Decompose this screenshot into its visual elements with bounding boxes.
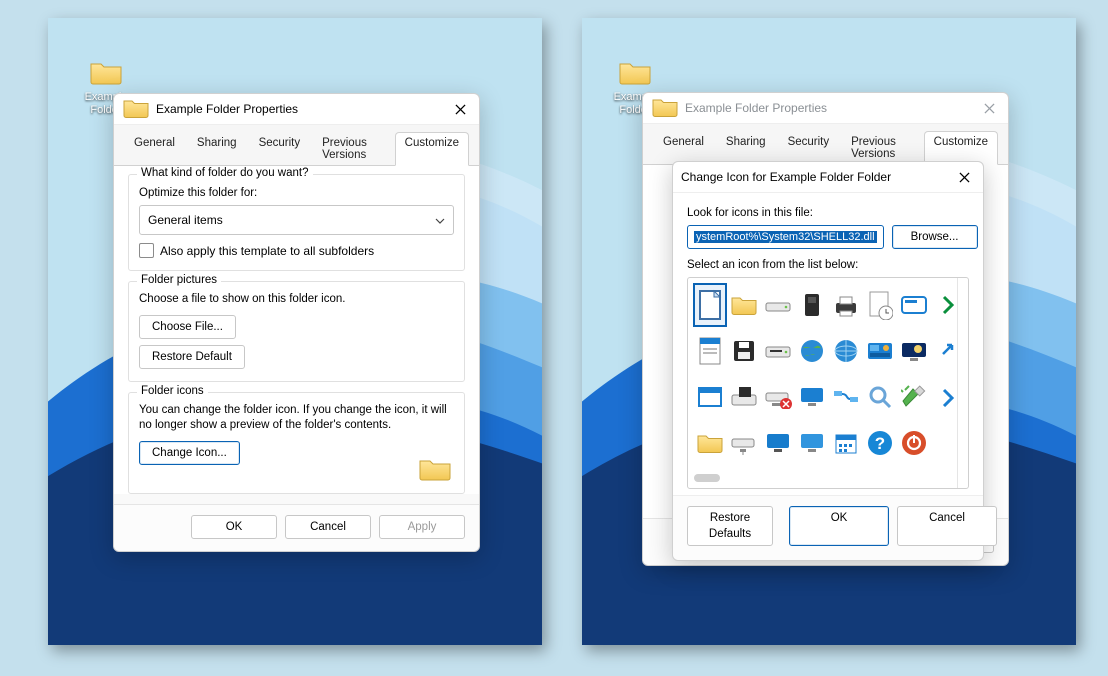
window-title: Example Folder Properties xyxy=(685,101,827,115)
icon-shortcut-arrow[interactable] xyxy=(932,376,964,418)
optimize-dropdown[interactable]: General items xyxy=(139,205,454,235)
group-title: Folder icons xyxy=(137,385,208,397)
icon-display[interactable] xyxy=(796,376,828,418)
icon-chip[interactable] xyxy=(796,284,828,326)
desktop-right: ExampleFolder Example Folder Properties … xyxy=(582,18,1076,645)
titlebar[interactable]: Example Folder Properties xyxy=(114,94,479,125)
tabs: General Sharing Security Previous Versio… xyxy=(114,125,479,166)
tab-previous-versions[interactable]: Previous Versions xyxy=(841,131,922,165)
icon-run[interactable] xyxy=(898,284,930,326)
chevron-down-icon xyxy=(435,213,445,227)
restore-defaults-button[interactable]: Restore Defaults xyxy=(687,506,773,546)
icon-folder[interactable] xyxy=(728,284,760,326)
icon-path-value: ystemRoot%\System32\SHELL32.dll xyxy=(694,231,877,243)
icon-drive-slot[interactable] xyxy=(762,330,794,372)
icon-globe[interactable] xyxy=(830,330,862,372)
icon-empty xyxy=(932,422,964,464)
cancel-button[interactable]: Cancel xyxy=(897,506,997,546)
icon-power[interactable] xyxy=(898,422,930,464)
folder-icon-preview xyxy=(418,456,452,485)
tab-security[interactable]: Security xyxy=(249,132,311,166)
properties-window: Example Folder Properties General Sharin… xyxy=(113,93,480,552)
tab-customize[interactable]: Customize xyxy=(395,132,469,166)
tab-customize[interactable]: Customize xyxy=(924,131,998,165)
folder-pictures-desc: Choose a file to show on this folder ico… xyxy=(139,292,454,307)
titlebar[interactable]: Example Folder Properties xyxy=(643,93,1008,124)
folder-icon xyxy=(122,97,150,122)
folder-icon xyxy=(651,96,679,121)
icon-floppy[interactable] xyxy=(728,330,760,372)
apply-button[interactable]: Apply xyxy=(379,515,465,539)
icon-this-pc[interactable] xyxy=(796,422,828,464)
close-button[interactable] xyxy=(449,98,471,120)
icon-folder-alt[interactable] xyxy=(694,422,726,464)
icon-help[interactable]: ? xyxy=(864,422,896,464)
choose-file-button[interactable]: Choose File... xyxy=(139,315,236,339)
dropdown-value: General items xyxy=(148,213,223,227)
ok-button[interactable]: OK xyxy=(789,506,889,546)
look-for-icons-label: Look for icons in this file: xyxy=(687,207,969,219)
restore-default-button[interactable]: Restore Default xyxy=(139,345,245,369)
tab-sharing[interactable]: Sharing xyxy=(187,132,247,166)
icon-control-panel[interactable] xyxy=(864,330,896,372)
icon-network-drive-error[interactable] xyxy=(762,376,794,418)
icon-globe-map[interactable] xyxy=(796,330,828,372)
icon-document[interactable] xyxy=(694,284,726,326)
browse-button[interactable]: Browse... xyxy=(892,225,978,249)
ok-button[interactable]: OK xyxy=(191,515,277,539)
icon-calendar[interactable] xyxy=(830,422,862,464)
folder-icon xyxy=(618,60,652,89)
select-icon-label: Select an icon from the list below: xyxy=(687,259,969,271)
tab-previous-versions[interactable]: Previous Versions xyxy=(312,132,393,166)
titlebar[interactable]: Change Icon for Example Folder Folder xyxy=(673,162,983,193)
group-folder-icons: Folder icons You can change the folder i… xyxy=(128,392,465,494)
dialog-footer: OK Cancel Apply xyxy=(114,504,479,551)
icon-network-drive[interactable] xyxy=(728,422,760,464)
tabs: General Sharing Security Previous Versio… xyxy=(643,124,1008,165)
icon-clock[interactable] xyxy=(864,284,896,326)
icon-window[interactable] xyxy=(694,376,726,418)
icon-list: ? xyxy=(687,277,969,489)
group-title: Folder pictures xyxy=(137,274,221,286)
group-folder-pictures: Folder pictures Choose a file to show on… xyxy=(128,281,465,382)
group-title: What kind of folder do you want? xyxy=(137,167,313,179)
icon-text-file[interactable] xyxy=(694,330,726,372)
group-folder-kind: What kind of folder do you want? Optimiz… xyxy=(128,174,465,271)
folder-icon xyxy=(89,60,123,89)
icon-monitor[interactable] xyxy=(762,422,794,464)
icon-drive[interactable] xyxy=(762,284,794,326)
checkbox-label: Also apply this template to all subfolde… xyxy=(160,244,374,258)
icon-arrow-share[interactable] xyxy=(932,330,964,372)
close-button[interactable] xyxy=(978,97,1000,119)
apply-subfolders-checkbox[interactable]: Also apply this template to all subfolde… xyxy=(139,243,454,258)
change-icon-button[interactable]: Change Icon... xyxy=(139,441,240,465)
icon-screensaver[interactable] xyxy=(898,330,930,372)
icon-network[interactable] xyxy=(830,376,862,418)
change-icon-window: Change Icon for Example Folder Folder Lo… xyxy=(672,161,984,561)
icon-search[interactable] xyxy=(864,376,896,418)
dialog-footer: Restore Defaults OK Cancel xyxy=(673,495,983,560)
window-title: Example Folder Properties xyxy=(156,102,298,116)
icon-arrow[interactable] xyxy=(932,284,964,326)
tab-general[interactable]: General xyxy=(653,131,714,165)
folder-icons-desc: You can change the folder icon. If you c… xyxy=(139,403,454,433)
tab-general[interactable]: General xyxy=(124,132,185,166)
icon-printer[interactable] xyxy=(830,284,862,326)
tab-security[interactable]: Security xyxy=(778,131,840,165)
close-button[interactable] xyxy=(953,166,975,188)
icon-file-path-input[interactable]: ystemRoot%\System32\SHELL32.dll xyxy=(687,225,884,249)
tab-sharing[interactable]: Sharing xyxy=(716,131,776,165)
cancel-button[interactable]: Cancel xyxy=(285,515,371,539)
icon-usb-drive[interactable] xyxy=(898,376,930,418)
optimize-label: Optimize this folder for: xyxy=(139,187,454,199)
checkbox-icon xyxy=(139,243,154,258)
window-title: Change Icon for Example Folder Folder xyxy=(681,170,891,184)
svg-text:?: ? xyxy=(875,434,885,453)
desktop-left: ExampleFolder Example Folder Properties … xyxy=(48,18,542,645)
icon-floppy-drive[interactable] xyxy=(728,376,760,418)
icon-list-scrollbar[interactable] xyxy=(694,472,964,484)
